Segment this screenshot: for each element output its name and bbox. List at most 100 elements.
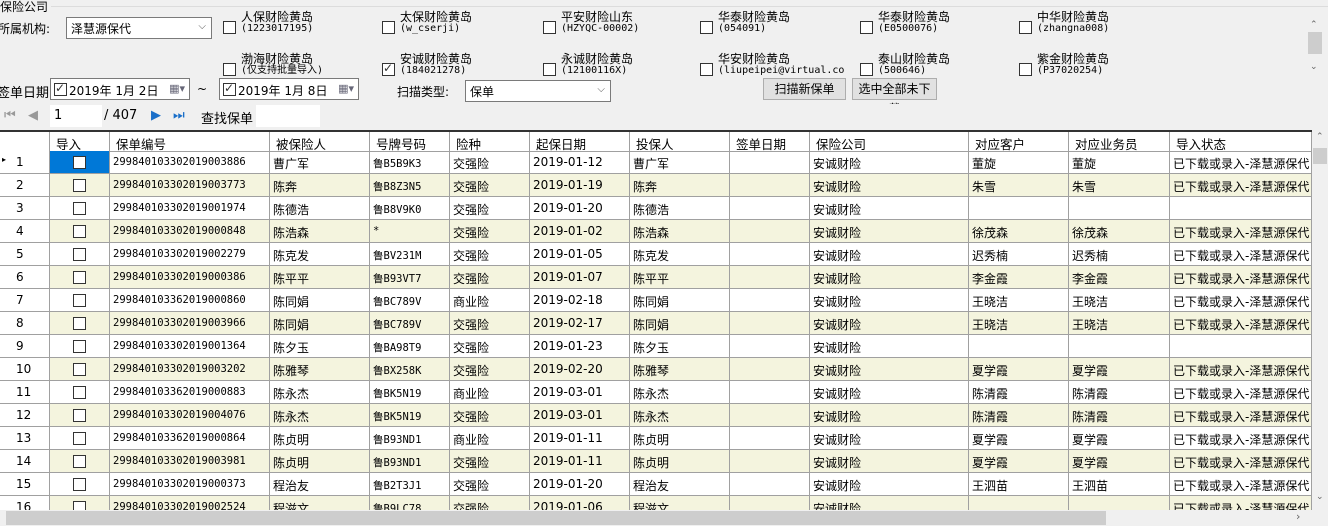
company-checkbox[interactable] bbox=[860, 63, 873, 76]
import-checkbox-cell[interactable] bbox=[50, 404, 110, 427]
scroll-up-icon[interactable]: ⌃ bbox=[1316, 132, 1324, 142]
import-checkbox[interactable] bbox=[73, 455, 86, 468]
table-row[interactable]: 4 299840103302019000848 陈浩森 * 交强险 2019-01-02 陈… bbox=[0, 220, 1312, 243]
date-to-picker[interactable]: 2019年 1月 8日 ▦▾ bbox=[219, 78, 359, 100]
import-checkbox[interactable] bbox=[73, 294, 86, 307]
company-option[interactable]: 泰山财险黄岛 (500646) bbox=[878, 53, 950, 76]
table-row[interactable]: 3 299840103302019001974 陈德浩 鲁B8V9K0 交强险 2019-… bbox=[0, 197, 1312, 220]
company-option[interactable]: 华安财险黄岛 (liupeipei@virtual.co bbox=[718, 53, 844, 76]
table-row[interactable]: 15 299840103302019000373 程治友 鲁B2T3J1 交强险 2019… bbox=[0, 473, 1312, 496]
calendar-icon[interactable]: ▦▾ bbox=[338, 82, 354, 95]
import-checkbox[interactable] bbox=[73, 340, 86, 353]
company-checkbox[interactable] bbox=[543, 63, 556, 76]
table-row[interactable]: 16 299840103302019002524 程滋文 鲁B9LC78 交强险 2019… bbox=[0, 496, 1312, 510]
company-scrollbar[interactable]: ⌃ ⌄ bbox=[1307, 20, 1323, 76]
scan-type-select[interactable]: 保单 ⌵ bbox=[465, 80, 611, 102]
date-from-checkbox[interactable] bbox=[54, 81, 67, 96]
import-checkbox[interactable] bbox=[73, 248, 86, 261]
import-checkbox-cell[interactable] bbox=[50, 496, 110, 510]
import-checkbox[interactable] bbox=[73, 386, 86, 399]
import-checkbox[interactable] bbox=[73, 156, 86, 169]
import-checkbox-cell[interactable] bbox=[50, 335, 110, 358]
find-policy-button[interactable]: 查找保单 bbox=[201, 108, 253, 127]
import-checkbox-cell[interactable] bbox=[50, 197, 110, 220]
next-page-icon[interactable]: ▶ bbox=[151, 108, 161, 123]
column-header[interactable]: 保险公司 bbox=[810, 132, 969, 152]
import-checkbox[interactable] bbox=[73, 501, 86, 510]
table-row[interactable]: 12 299840103302019004076 陈永杰 鲁BK5N19 交强险 2019… bbox=[0, 404, 1312, 427]
import-checkbox-cell[interactable] bbox=[50, 427, 110, 450]
company-checkbox[interactable] bbox=[382, 61, 395, 76]
import-checkbox-cell[interactable] bbox=[50, 174, 110, 197]
table-row[interactable]: 7 299840103362019000860 陈同娟 鲁BC789V 商业险 2019-… bbox=[0, 289, 1312, 312]
column-header[interactable]: 导入 bbox=[50, 132, 110, 152]
table-row[interactable]: 9 299840103302019001364 陈夕玉 鲁BA98T9 交强险 2019-… bbox=[0, 335, 1312, 358]
scan-new-policy-button[interactable]: 扫描新保单 bbox=[763, 78, 846, 100]
company-option[interactable]: 人保财险黄岛 (1223017195) bbox=[241, 11, 313, 34]
company-checkbox[interactable] bbox=[860, 21, 873, 34]
page-number-input[interactable]: 1 bbox=[50, 105, 102, 127]
column-header[interactable]: 起保日期 bbox=[530, 132, 630, 152]
table-row[interactable]: 2 29984010330201900​3773 陈奔 鲁B8Z3N5 交强险 2019-… bbox=[0, 174, 1312, 197]
import-checkbox-cell[interactable] bbox=[50, 312, 110, 335]
company-option[interactable]: 永诚财险黄岛 (12100116X) bbox=[561, 53, 633, 76]
column-header[interactable]: 对应客户 bbox=[969, 132, 1069, 152]
company-checkbox[interactable] bbox=[382, 21, 395, 34]
grid-horizontal-scrollbar[interactable]: › bbox=[0, 510, 1312, 526]
prev-page-icon[interactable]: ◀ bbox=[28, 108, 38, 123]
import-checkbox[interactable] bbox=[73, 225, 86, 238]
table-row[interactable]: 11 299840103362019000883 陈永杰 鲁BK5N19 商业险 2019… bbox=[0, 381, 1312, 404]
scroll-thumb[interactable] bbox=[6, 511, 1106, 525]
last-page-icon[interactable]: ⏭ bbox=[173, 108, 185, 123]
column-header[interactable]: 对应业务员 bbox=[1069, 132, 1170, 152]
import-checkbox-cell[interactable] bbox=[50, 220, 110, 243]
scroll-up-icon[interactable]: ⌃ bbox=[1310, 20, 1318, 30]
column-header[interactable]: 被保险人 bbox=[270, 132, 370, 152]
table-row[interactable]: 14 299840103302019003981 陈贞明 鲁B93ND1 交强险 2019… bbox=[0, 450, 1312, 473]
calendar-icon[interactable]: ▦▾ bbox=[169, 82, 185, 95]
table-row[interactable]: 1 2998401033020190038​86 曹广军 鲁B5B9K3 交强险 2019… bbox=[0, 151, 1312, 174]
company-checkbox[interactable] bbox=[700, 63, 713, 76]
scroll-right-icon[interactable]: › bbox=[1296, 510, 1300, 523]
import-checkbox[interactable] bbox=[73, 478, 86, 491]
company-checkbox[interactable] bbox=[1019, 63, 1032, 76]
first-page-icon[interactable]: ⏮ bbox=[4, 108, 16, 123]
import-checkbox[interactable] bbox=[73, 179, 86, 192]
import-checkbox[interactable] bbox=[73, 363, 86, 376]
column-header[interactable]: 签单日期 bbox=[730, 132, 810, 152]
import-checkbox-cell[interactable] bbox=[50, 243, 110, 266]
import-checkbox-cell[interactable] bbox=[50, 473, 110, 496]
scroll-thumb[interactable] bbox=[1308, 32, 1322, 54]
column-header[interactable]: 投保人 bbox=[630, 132, 730, 152]
import-checkbox[interactable] bbox=[73, 271, 86, 284]
org-select[interactable]: 泽慧源保代 ⌵ bbox=[66, 17, 212, 39]
company-option[interactable]: 安诚财险黄岛 (184021278) bbox=[400, 53, 472, 76]
import-checkbox-cell[interactable] bbox=[50, 450, 110, 473]
table-row[interactable]: 6 299840103302019000386 陈平平 鲁B93VT7 交强险 2019-… bbox=[0, 266, 1312, 289]
import-checkbox-cell[interactable] bbox=[50, 358, 110, 381]
company-option[interactable]: 华泰财险黄岛 (E0500076) bbox=[878, 11, 950, 34]
company-checkbox[interactable] bbox=[223, 63, 236, 76]
column-header[interactable]: 导入状态 bbox=[1170, 132, 1312, 152]
table-row[interactable]: 13 299840103362019000864 陈贞明 鲁B93ND1 商业险 2019… bbox=[0, 427, 1312, 450]
import-checkbox[interactable] bbox=[73, 432, 86, 445]
company-checkbox[interactable] bbox=[700, 21, 713, 34]
table-row[interactable]: 10 299840103302019003202 陈雅琴 鲁BX258K 交强险 2019… bbox=[0, 358, 1312, 381]
import-checkbox[interactable] bbox=[73, 202, 86, 215]
grid-vertical-scrollbar[interactable]: ⌃ ⌄ bbox=[1312, 132, 1328, 510]
scroll-down-icon[interactable]: ⌄ bbox=[1310, 62, 1318, 72]
find-policy-input[interactable] bbox=[256, 105, 320, 127]
import-checkbox-cell[interactable] bbox=[50, 151, 110, 174]
import-checkbox-cell[interactable] bbox=[50, 266, 110, 289]
column-header[interactable]: 号牌号码 bbox=[370, 132, 450, 152]
company-checkbox[interactable] bbox=[1019, 21, 1032, 34]
company-option[interactable]: 太保财险黄岛 (w_cserji) bbox=[400, 11, 472, 34]
scroll-down-icon[interactable]: ⌄ bbox=[1316, 492, 1324, 502]
table-row[interactable]: 8 299840103302019003966 陈同娟 鲁BC789V 交强险 2019-… bbox=[0, 312, 1312, 335]
scroll-thumb[interactable] bbox=[1313, 148, 1327, 164]
company-option[interactable]: 平安财险山东 (HZYQC-00002) bbox=[561, 11, 639, 34]
import-checkbox[interactable] bbox=[73, 317, 86, 330]
company-option[interactable]: 渤海财险黄岛 (仅支持批量导入) bbox=[241, 53, 323, 76]
company-checkbox[interactable] bbox=[223, 21, 236, 34]
table-row[interactable]: 5 299840103302019002279 陈克发 鲁BV231M 交强险 2019-… bbox=[0, 243, 1312, 266]
